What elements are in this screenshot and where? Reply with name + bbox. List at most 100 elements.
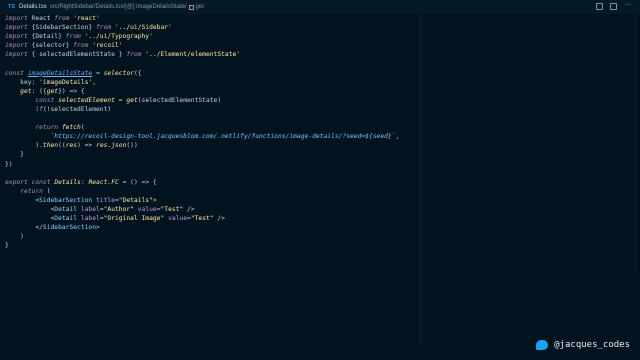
code-token: )	[5, 233, 24, 241]
code-token: </	[5, 224, 43, 232]
code-token: Detail	[54, 215, 78, 223]
code-line[interactable]: get: ({get}) => {	[0, 87, 640, 96]
code-line[interactable]: `https://recoil-design-tool.jacquesblom.…	[0, 132, 640, 141]
code-line[interactable]: }	[0, 241, 640, 250]
code-editor-window: TS Details.tsx src/RightSidebar/Details.…	[0, 0, 640, 360]
code-token: import	[5, 24, 28, 32]
code-line[interactable]: return fetch(	[0, 123, 640, 132]
code-token: title	[96, 196, 115, 204]
code-token: <	[5, 215, 55, 223]
code-token: if	[35, 105, 43, 113]
code-token: >	[96, 224, 100, 232]
split-editor-icon[interactable]	[610, 3, 617, 10]
code-token: {selector}	[27, 42, 74, 50]
code-line[interactable]: import {selector} from 'recoil'	[0, 41, 640, 50]
code-content[interactable]: import React from 'react' import {Sidebar…	[0, 14, 640, 250]
code-token: }) => {	[58, 87, 85, 95]
code-line[interactable]: <Detail label="Author" value="Test" />	[0, 205, 640, 214]
code-line[interactable]: import {Detail} from '../ui/Typography'	[0, 32, 640, 41]
code-token: { selectedElementState }	[27, 51, 127, 59]
editor-area[interactable]: import React from 'react' import {Sidebar…	[0, 14, 640, 360]
compare-changes-icon[interactable]	[596, 3, 603, 10]
code-token: =	[92, 69, 104, 77]
code-line[interactable]: </SidebarSection>	[0, 223, 640, 232]
code-token: '../Element/elementState'	[141, 51, 241, 59]
code-token: SidebarSection	[39, 196, 93, 204]
code-token: {SidebarSection}	[27, 24, 96, 32]
code-token: get	[126, 96, 138, 104]
code-token: const	[31, 178, 51, 186]
code-token: ({	[133, 69, 142, 77]
code-token: (selectedElementState)	[137, 96, 222, 104]
code-token: 'recoil'	[88, 42, 123, 50]
code-line[interactable]: if(!selectedElement)	[0, 105, 640, 114]
code-token: import	[5, 15, 28, 22]
code-line[interactable]: import React from 'react'	[0, 14, 640, 23]
code-token: <	[5, 205, 55, 213]
more-actions-icon[interactable]: ···	[624, 2, 632, 10]
code-token: "Author"	[103, 205, 134, 213]
code-token: export	[5, 178, 28, 186]
code-token: selector	[103, 69, 134, 77]
code-line[interactable]: const imageDetailsState = selector({	[0, 69, 640, 78]
code-token: fetch	[61, 124, 81, 132]
code-token: const	[5, 69, 24, 77]
code-line[interactable]: <Detail label="Original Image" value="Te…	[0, 214, 640, 223]
code-line[interactable]	[0, 169, 640, 178]
code-line[interactable]: ).then((res) => res.json())	[0, 141, 640, 150]
code-token: `https://recoil-design-tool.jacquesblom.…	[50, 133, 396, 141]
code-token: Details	[54, 178, 81, 186]
code-token: from	[126, 51, 142, 59]
code-token: {Detail}	[27, 33, 66, 41]
code-token: >	[152, 196, 157, 204]
code-token: 'react'	[69, 15, 100, 22]
breadcrumb-symbol[interactable]: get	[196, 4, 204, 10]
code-token: res	[65, 142, 78, 150]
code-line[interactable]: return (	[0, 187, 640, 196]
code-line[interactable]: import { selectedElementState } from '..…	[0, 50, 640, 59]
code-token: const	[35, 96, 55, 104]
breadcrumb-filename[interactable]: Details.tsx	[19, 4, 47, 10]
code-token: }	[5, 242, 9, 250]
code-token: React	[27, 15, 55, 22]
code-line[interactable]: <SidebarSection title="Details">	[0, 196, 640, 205]
code-token: "Details"	[118, 196, 153, 204]
ruler-guide	[420, 14, 421, 344]
twitter-bird-icon	[536, 340, 549, 350]
code-token: })	[5, 160, 13, 168]
code-line[interactable]: }	[0, 150, 640, 159]
code-line[interactable]: )	[0, 232, 640, 241]
code-token: import	[5, 42, 28, 50]
code-token: />	[183, 205, 195, 213]
code-token: ,	[92, 78, 96, 86]
code-line[interactable]	[0, 114, 640, 123]
code-token: ())	[126, 142, 138, 150]
code-token: value	[137, 205, 157, 213]
code-token: return	[20, 187, 43, 195]
code-token: 'imageDetails'	[39, 78, 93, 86]
code-token: json	[111, 142, 127, 150]
code-token: "Test"	[160, 205, 184, 213]
typescript-file-icon: TS	[8, 4, 16, 10]
code-line[interactable]: import {SidebarSection} from '../ui/Side…	[0, 23, 640, 32]
code-token: import	[5, 51, 28, 59]
code-token: '../ui/Typography'	[80, 33, 153, 41]
code-token: (	[42, 187, 51, 195]
code-token: "Original Image"	[103, 215, 165, 223]
code-line[interactable]: })	[0, 160, 640, 169]
code-token: label	[80, 205, 100, 213]
code-line[interactable]	[0, 59, 640, 68]
code-line[interactable]: const selectedElement = get(selectedElem…	[0, 96, 640, 105]
code-line[interactable]: key: 'imageDetails',	[0, 78, 640, 87]
code-token: }	[5, 151, 24, 159]
code-token: selectedElement	[58, 96, 115, 104]
code-token: from	[65, 33, 81, 41]
code-token: from	[96, 24, 112, 32]
breadcrumb-path[interactable]: src/RightSidebar/Details.tsx/[@] imageDe…	[50, 4, 187, 10]
code-line[interactable]: export const Details: React.FC = () => {	[0, 178, 640, 187]
